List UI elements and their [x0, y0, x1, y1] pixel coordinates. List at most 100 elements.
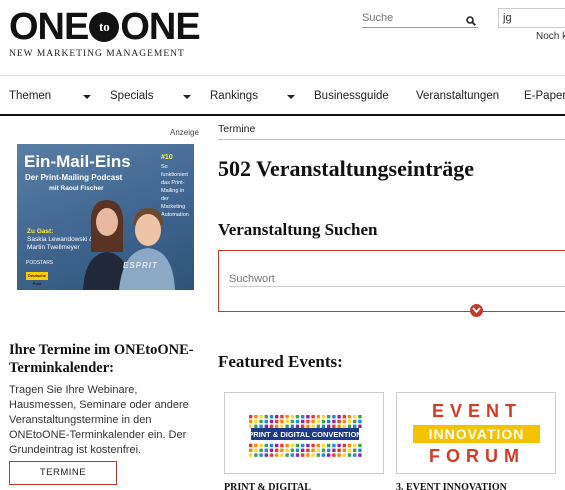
- header-search-input[interactable]: [362, 10, 457, 24]
- keyword-search-input[interactable]: [229, 273, 559, 285]
- nav-item-veranstaltungen[interactable]: Veranstaltungen: [416, 90, 499, 102]
- logo-dot: [301, 448, 305, 452]
- logo-dot: [321, 448, 326, 452]
- logo-dot: [254, 415, 258, 419]
- logo-dot: [327, 448, 331, 452]
- logo-dot: [264, 443, 268, 448]
- site-logo[interactable]: ONE to ONE NEW MARKETING MANAGEMENT: [9, 6, 201, 59]
- logo-dot: [269, 453, 274, 457]
- logo-dot: [285, 424, 289, 428]
- logo-dot: [264, 415, 268, 419]
- featured-event-name[interactable]: PRINT & DIGITAL: [224, 482, 311, 490]
- breadcrumb-divider: [218, 139, 565, 140]
- logo-dot: [327, 453, 331, 457]
- termine-title: Ihre Termine im ONEtoONE-Terminkalender:: [9, 342, 194, 376]
- logo-dot: [275, 453, 279, 457]
- logo-dot: [342, 419, 346, 424]
- logo-dot: [249, 415, 253, 419]
- logo-dot: [285, 415, 289, 419]
- chevron-down-icon[interactable]: [287, 95, 295, 99]
- logo-dot: [301, 443, 305, 448]
- logo-dot: [275, 419, 279, 424]
- podstars-logo: PODSTARS: [26, 260, 54, 266]
- logo-dot: [347, 453, 352, 457]
- logo-dot: [269, 415, 274, 419]
- logo-dot: [311, 419, 315, 424]
- logo-dot: [353, 453, 357, 457]
- logo-dot: [249, 443, 253, 448]
- nav-divider: [0, 114, 565, 116]
- logo-dot: [358, 443, 362, 448]
- logo-dot: [353, 424, 357, 428]
- logo-dot: [327, 415, 331, 419]
- logo-dot: [342, 453, 346, 457]
- featured-events-title: Featured Events:: [218, 352, 343, 371]
- logo-dot: [332, 419, 336, 424]
- logo-dot: [290, 415, 294, 419]
- login-field[interactable]: jg: [498, 8, 565, 28]
- chevron-down-icon[interactable]: [83, 95, 91, 99]
- podcast-host: mit Raoul Fischer: [49, 185, 104, 192]
- logo-dot: [311, 415, 315, 419]
- search-icon[interactable]: [466, 13, 476, 31]
- logo-dot: [306, 415, 310, 419]
- featured-event-card[interactable]: PRINT & DIGITAL CONVENTION: [224, 392, 384, 474]
- logo-dot: [311, 453, 315, 457]
- logo-dot: [290, 453, 294, 457]
- logo-dot: [269, 443, 274, 448]
- breadcrumb[interactable]: Termine: [218, 123, 255, 135]
- termine-eintragen-button[interactable]: TERMINE EINTRAGEN: [9, 461, 117, 490]
- logo-part-left: ONE: [9, 6, 89, 48]
- logo-dot: [342, 448, 346, 452]
- logo-dot: [342, 443, 346, 448]
- logo-dot: [280, 424, 284, 428]
- logo-dot: [264, 419, 268, 424]
- logo-dot: [311, 443, 315, 448]
- logo-dot: [285, 443, 289, 448]
- logo-dot: [353, 443, 357, 448]
- logo-dot: [306, 424, 310, 428]
- logo-dot: [347, 419, 352, 424]
- logo-dot: [264, 424, 268, 428]
- chevron-down-icon[interactable]: [183, 95, 191, 99]
- logo-dot: [295, 424, 300, 428]
- nav-item-epaper[interactable]: E-Paper: [524, 90, 565, 102]
- logo-dot: [321, 415, 326, 419]
- logo-tagline: NEW MARKETING MANAGEMENT: [9, 49, 185, 59]
- logo-dot: [311, 448, 315, 452]
- logo-dot: [342, 415, 346, 419]
- event-logo-text: PRINT & DIGITAL CONVENTION: [248, 430, 361, 439]
- register-link[interactable]: Noch ke: [536, 31, 565, 42]
- logo-dot: [306, 443, 310, 448]
- logo-dot: [249, 453, 253, 457]
- event-logo-word: EVENT: [431, 401, 522, 421]
- logo-dot: [259, 448, 263, 452]
- nav-item-specials[interactable]: Specials: [110, 90, 153, 102]
- logo-dot: [269, 424, 274, 428]
- expand-search-button[interactable]: [470, 304, 483, 317]
- logo-dot: [337, 424, 341, 428]
- nav-item-themen[interactable]: Themen: [9, 90, 51, 102]
- podcast-ad-banner[interactable]: Ein-Mail-Eins Der Print-Mailing Podcast …: [17, 144, 194, 290]
- search-section-title: Veranstaltung Suchen: [218, 220, 378, 239]
- logo-dot: [321, 419, 326, 424]
- logo-dot: [259, 443, 263, 448]
- nav-item-businessguide[interactable]: Businessguide: [314, 90, 389, 102]
- logo-dot: [332, 448, 336, 452]
- featured-event-name[interactable]: 3. EVENT INNOVATION: [396, 482, 507, 490]
- nav-item-rankings[interactable]: Rankings: [210, 90, 258, 102]
- logo-dot: [316, 453, 320, 457]
- logo-dot: [337, 415, 341, 419]
- logo-dot: [259, 424, 263, 428]
- logo-dot: [358, 453, 362, 457]
- logo-dot: [332, 453, 336, 457]
- logo-dot: [254, 419, 258, 424]
- logo-dot: [275, 424, 279, 428]
- logo-dot: [321, 424, 326, 428]
- logo-part-to: to: [89, 12, 120, 42]
- featured-event-card[interactable]: EVENT INNOVATION FORUM: [396, 392, 556, 474]
- logo-dot: [337, 419, 341, 424]
- podcast-title: Ein-Mail-Eins: [24, 152, 131, 171]
- logo-dot: [285, 419, 289, 424]
- logo-dot: [301, 453, 305, 457]
